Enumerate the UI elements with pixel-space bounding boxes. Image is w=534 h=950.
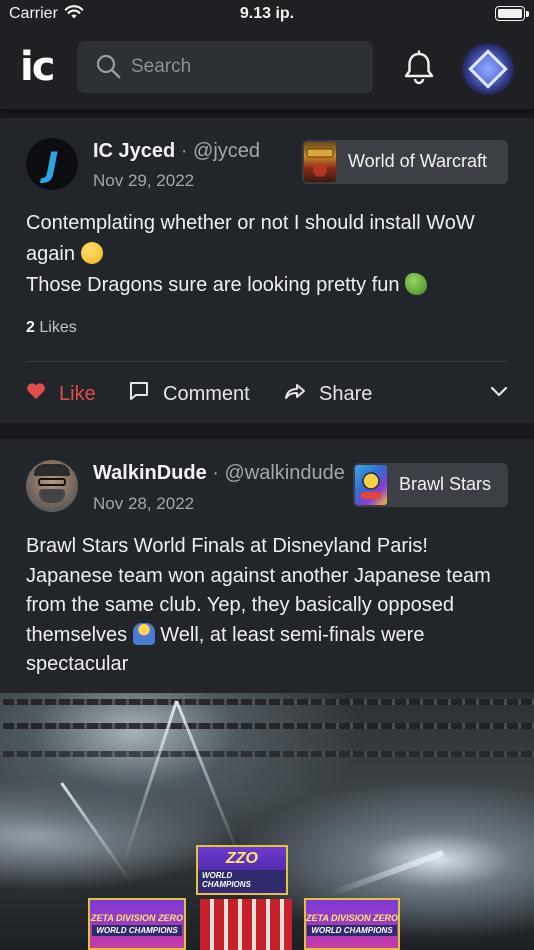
stage-podium	[200, 899, 292, 950]
author-avatar[interactable]	[26, 460, 78, 512]
post-date: Nov 28, 2022	[93, 494, 195, 513]
screen-right-bottom: WORLD CHAMPIONS	[307, 924, 397, 936]
author-name: WalkinDude	[93, 462, 207, 484]
author-handle: · @walkindude	[212, 462, 345, 484]
author-handle: · @jyced	[180, 140, 261, 162]
bell-icon[interactable]	[402, 50, 436, 91]
avatar-j-logo: J	[45, 145, 59, 185]
dragon-emoji-icon	[405, 273, 428, 295]
battery-icon	[495, 6, 525, 21]
avatar-cap	[34, 464, 70, 476]
thinking-emoji-icon	[80, 242, 103, 264]
screen-right-top: ZETA DIVISION ZERO	[306, 912, 399, 923]
stage-truss	[0, 751, 534, 757]
author-line[interactable]: IC Jyced · @jyced	[93, 140, 260, 163]
search-bar[interactable]: Search	[77, 41, 373, 93]
battery-tip	[526, 11, 529, 17]
post-actions: Like Comment Share	[0, 374, 534, 414]
app-logo[interactable]: ic	[20, 44, 55, 90]
clock: 9.13 ip.	[239, 5, 295, 22]
comment-button[interactable]: Comment	[128, 374, 250, 414]
light-beam	[60, 782, 132, 883]
game-name: World of Warcraft	[348, 151, 488, 171]
avatar-emblem	[468, 49, 508, 89]
post-body: Contemplating whether or not I should in…	[26, 208, 508, 301]
post-date: Nov 29, 2022	[93, 171, 195, 190]
light-beam	[329, 850, 445, 897]
game-name: Brawl Stars	[399, 474, 492, 494]
author-avatar[interactable]: J	[26, 138, 78, 190]
like-button[interactable]: Like	[26, 374, 96, 414]
shrug-emoji-icon	[132, 622, 155, 645]
game-tag[interactable]: World of Warcraft	[302, 140, 508, 184]
feed-post: J IC Jyced · @jyced Nov 29, 2022 World o…	[0, 118, 534, 423]
status-bar: Carrier 9.13 ip.	[0, 0, 534, 30]
screen-center-title: WORLD CHAMPIONS	[198, 870, 286, 890]
like-label: Like	[59, 382, 96, 405]
likes-count[interactable]: 2 Likes	[26, 319, 77, 337]
screen-left-top: ZETA DIVISION ZERO	[90, 912, 183, 923]
game-thumbnail	[304, 142, 336, 182]
stage-truss	[0, 699, 534, 705]
game-tag[interactable]: Brawl Stars	[353, 463, 508, 507]
screen-left-bottom: WORLD CHAMPIONS	[92, 924, 182, 936]
likes-label: Likes	[39, 319, 77, 336]
game-thumbnail	[355, 465, 387, 505]
profile-avatar[interactable]	[462, 43, 514, 95]
comment-label: Comment	[163, 382, 250, 405]
post-photo[interactable]: ZZO WORLD CHAMPIONS ZETA DIVISION ZERO W…	[0, 693, 534, 950]
avatar-glasses	[38, 478, 66, 486]
comment-icon	[128, 380, 150, 408]
avatar-mask	[39, 489, 65, 503]
stage-screen-center: ZZO WORLD CHAMPIONS	[196, 845, 288, 895]
post-body: Brawl Stars World Finals at Disneyland P…	[26, 532, 508, 680]
stage-screen-left: ZETA DIVISION ZERO WORLD CHAMPIONS	[88, 898, 186, 950]
heart-icon	[26, 382, 46, 406]
top-bar: ic Search	[0, 30, 534, 110]
author-name: IC Jyced	[93, 140, 176, 162]
search-icon	[95, 53, 121, 84]
share-label: Share	[319, 382, 373, 405]
likes-number: 2	[26, 319, 35, 336]
divider	[26, 361, 508, 362]
chevron-down-icon[interactable]	[490, 384, 508, 403]
search-placeholder: Search	[131, 56, 192, 77]
author-line[interactable]: WalkinDude · @walkindude	[93, 462, 345, 485]
feed-post: WalkinDude · @walkindude Nov 28, 2022 Br…	[0, 439, 534, 950]
share-button[interactable]: Share	[284, 374, 372, 414]
share-icon	[284, 381, 306, 407]
stage-truss	[0, 723, 534, 729]
post-text-line2: Those Dragons sure are looking pretty fu…	[26, 274, 400, 296]
stage-screen-right: ZETA DIVISION ZERO WORLD CHAMPIONS	[304, 898, 400, 950]
